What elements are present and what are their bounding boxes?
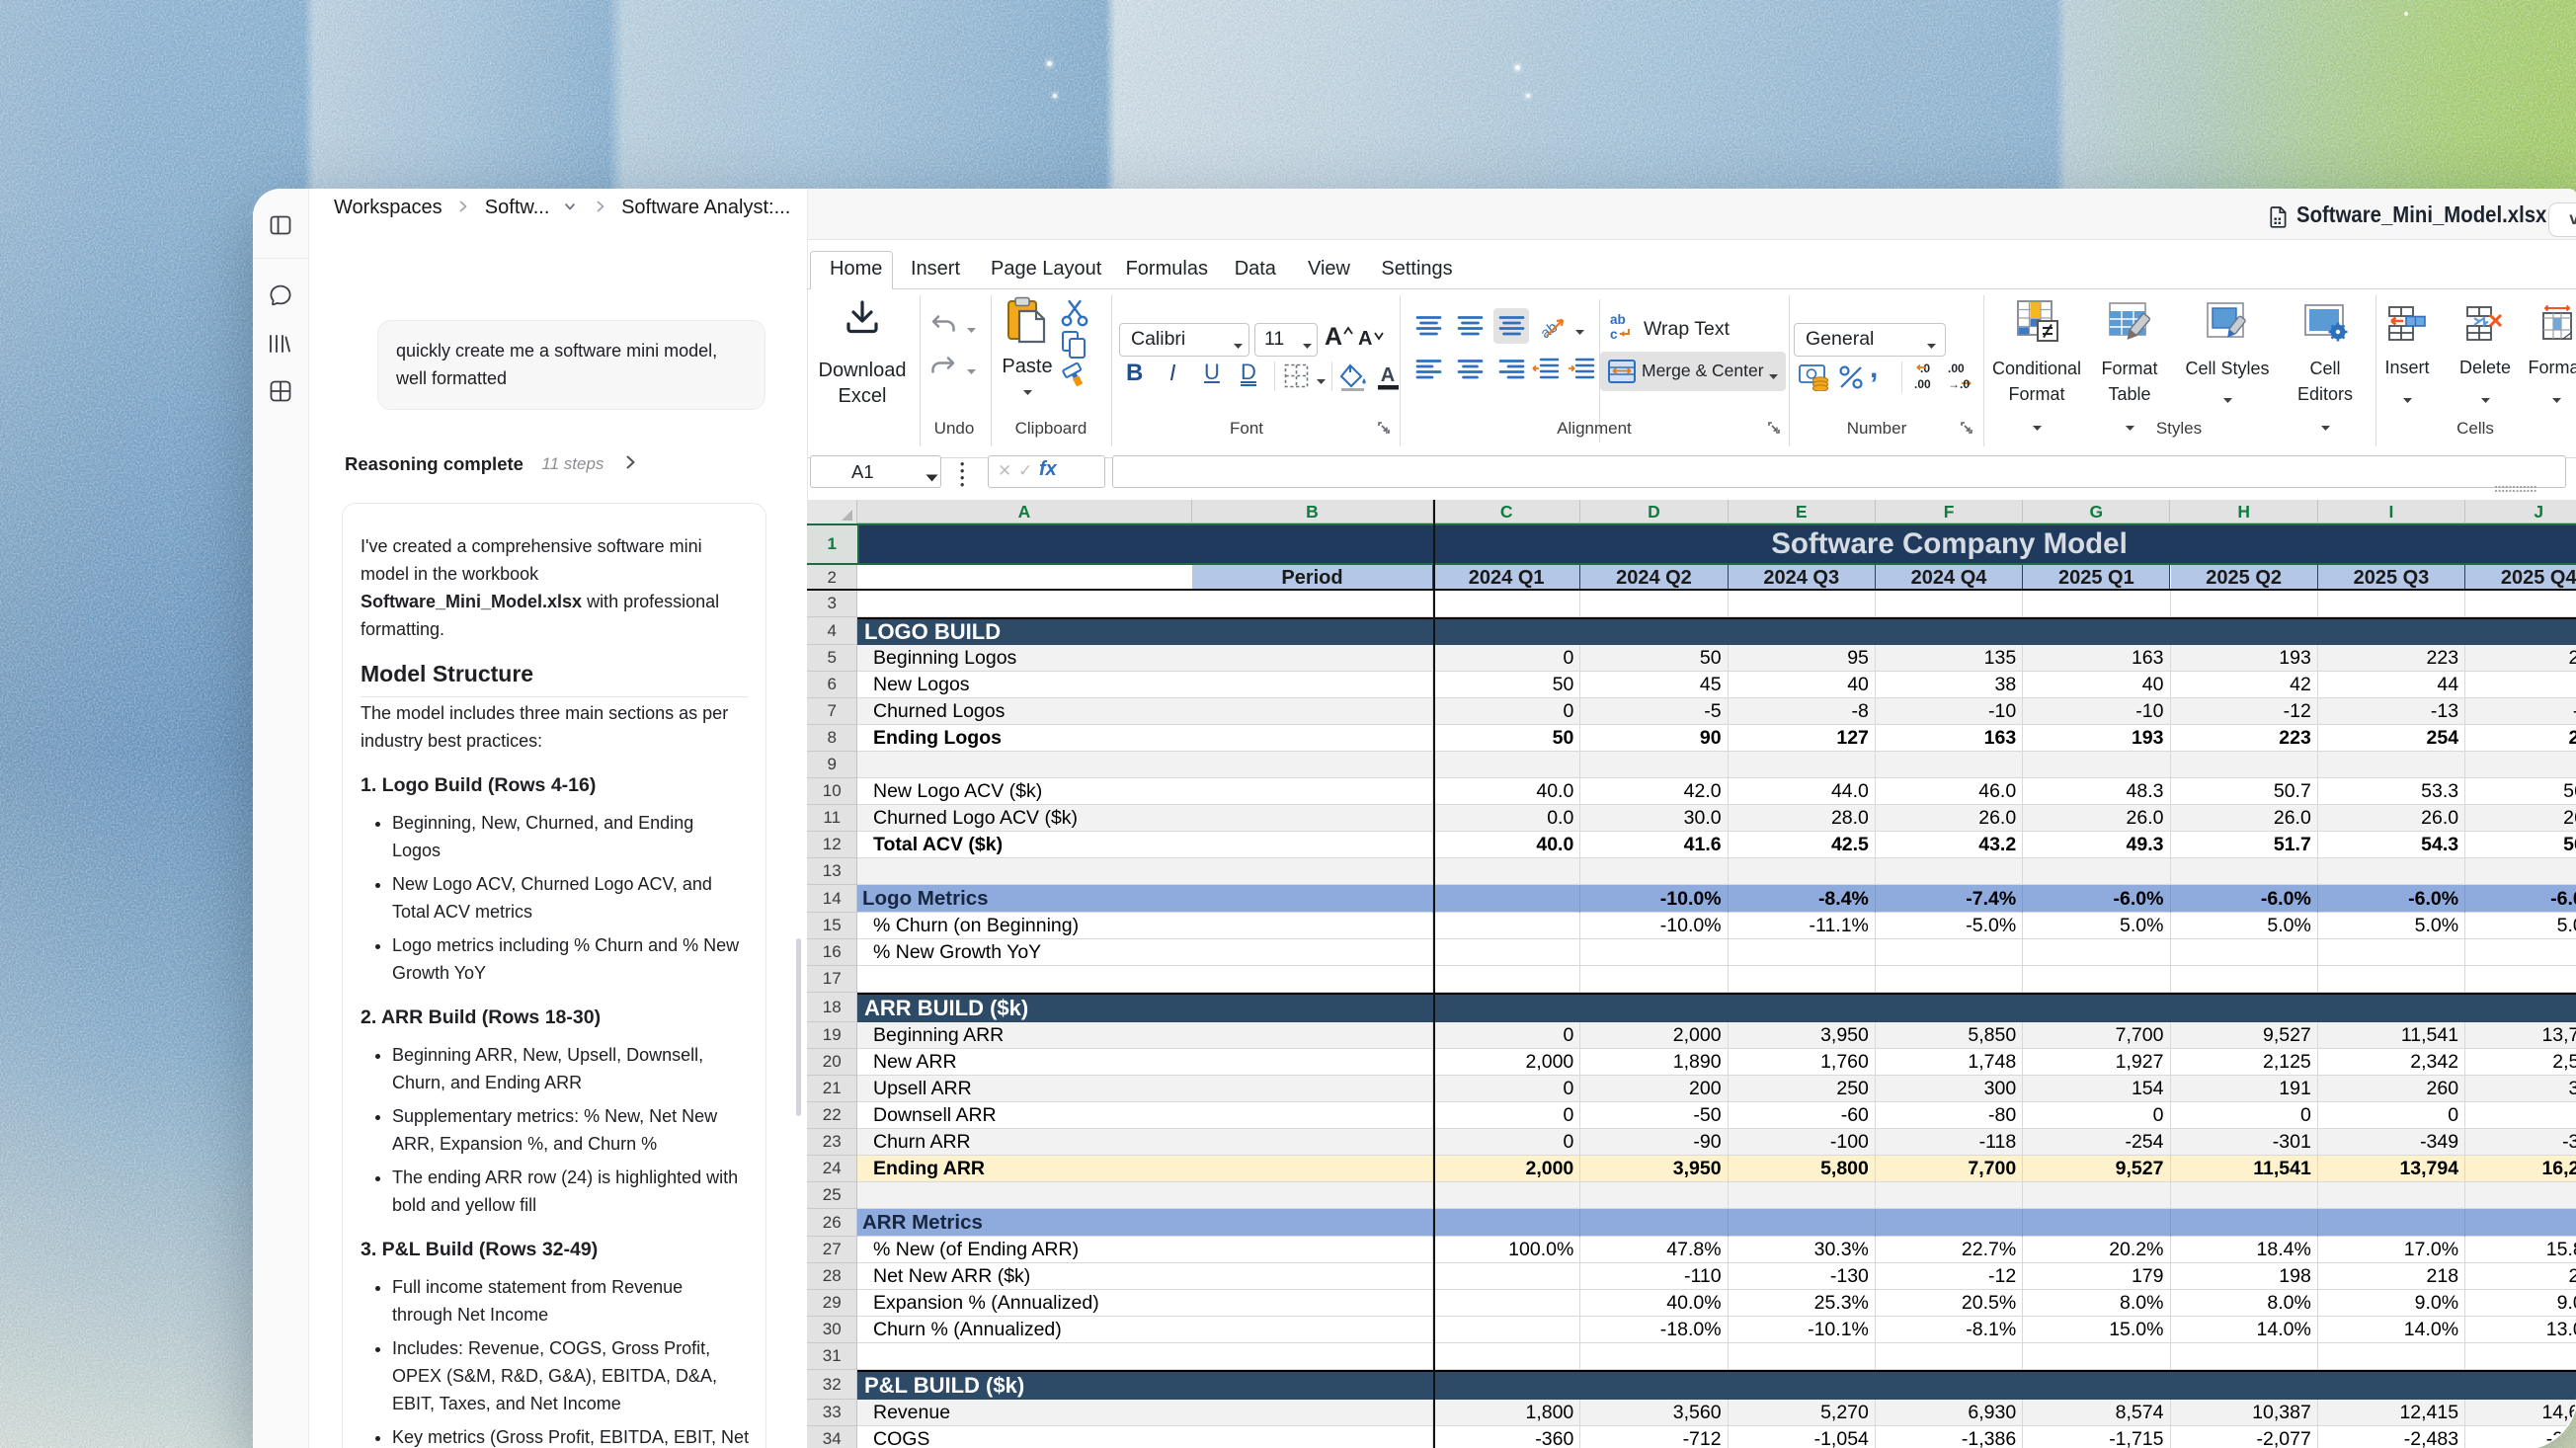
svg-text:ab: ab bbox=[1610, 312, 1626, 327]
svg-text:,: , bbox=[1870, 358, 1878, 384]
svg-text:c: c bbox=[1610, 327, 1618, 342]
svg-text:A: A bbox=[1381, 364, 1395, 386]
